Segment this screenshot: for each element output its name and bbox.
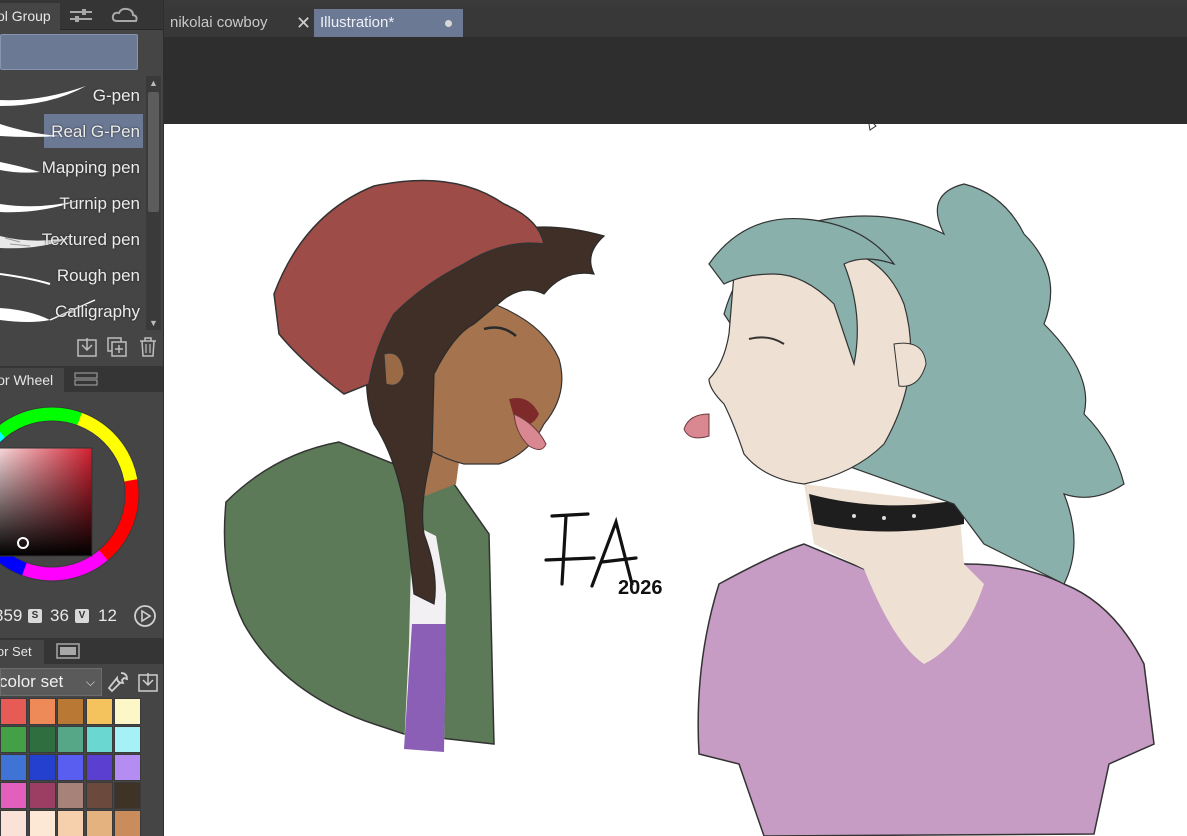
color-swatch[interactable] bbox=[28, 754, 56, 781]
real-g-pen-stroke bbox=[0, 114, 60, 148]
tab-color-set-label: lor Set bbox=[0, 644, 32, 659]
scroll-down-icon[interactable]: ▼ bbox=[146, 316, 161, 330]
close-icon[interactable]: ✕ bbox=[296, 9, 311, 37]
brush-item-textured-pen[interactable]: Textured pen bbox=[0, 222, 143, 256]
color-swatch[interactable] bbox=[0, 698, 27, 725]
brush-toolbar bbox=[0, 334, 163, 362]
scroll-thumb[interactable] bbox=[148, 92, 159, 212]
color-swatch[interactable] bbox=[28, 782, 56, 809]
color-swatch[interactable] bbox=[0, 754, 27, 781]
brush-label: Textured pen bbox=[41, 230, 140, 249]
color-swatch[interactable] bbox=[0, 782, 27, 809]
artwork: 2026 bbox=[223, 124, 1155, 836]
import-color-set-icon[interactable] bbox=[136, 670, 160, 694]
color-set-dropdown-value: color set bbox=[0, 672, 64, 691]
color-swatch[interactable] bbox=[57, 726, 85, 753]
clip-studio-window: ol Group G-pen Real G-Pen Mapping pen Tu… bbox=[0, 0, 1187, 836]
color-swatch[interactable] bbox=[85, 754, 113, 781]
color-swatch[interactable] bbox=[114, 698, 142, 725]
tab-color-wheel[interactable]: lor Wheel bbox=[0, 368, 64, 392]
color-swatch[interactable] bbox=[85, 726, 113, 753]
real-g-pen-stroke-icon bbox=[0, 124, 60, 137]
color-swatch[interactable] bbox=[85, 698, 113, 725]
tab-color-set[interactable]: lor Set bbox=[0, 640, 44, 664]
chevron-down-icon: ⌵ bbox=[85, 675, 95, 689]
unsaved-dot-icon bbox=[445, 20, 452, 27]
color-swatch[interactable] bbox=[57, 810, 85, 836]
wrench-icon[interactable] bbox=[106, 670, 130, 694]
doc-tab-label: nikolai cowboy bbox=[170, 14, 268, 31]
color-swatch[interactable] bbox=[85, 810, 113, 836]
color-swatch[interactable] bbox=[57, 754, 85, 781]
brush-list-scrollbar[interactable]: ▲ ▼ bbox=[146, 76, 161, 330]
color-swatch[interactable] bbox=[57, 698, 85, 725]
g-pen-stroke-icon bbox=[0, 86, 86, 106]
brush-list: G-pen Real G-Pen Mapping pen Turnip pen … bbox=[0, 78, 143, 328]
brush-item-calligraphy[interactable]: Calligraphy bbox=[0, 294, 143, 328]
brush-label: Mapping pen bbox=[41, 158, 140, 177]
color-wheel-tabbar: lor Wheel bbox=[0, 366, 163, 392]
duplicate-brush-icon[interactable] bbox=[106, 336, 128, 358]
color-set-tabbar: lor Set bbox=[0, 638, 163, 664]
sub-tool-group-bar[interactable] bbox=[0, 34, 138, 70]
left-character bbox=[223, 179, 606, 752]
color-set-dropdown[interactable]: color set ⌵ bbox=[0, 668, 102, 696]
color-swatch[interactable] bbox=[57, 782, 85, 809]
drawing-canvas[interactable]: 2026 bbox=[164, 124, 1187, 836]
right-character bbox=[683, 183, 1155, 836]
signature-year: 2026 bbox=[618, 577, 663, 599]
brush-item-mapping-pen[interactable]: Mapping pen bbox=[0, 150, 143, 184]
color-wheel[interactable] bbox=[0, 392, 163, 602]
import-brush-icon[interactable] bbox=[76, 336, 98, 358]
film-strip-icon[interactable] bbox=[56, 643, 80, 659]
color-swatch[interactable] bbox=[114, 754, 142, 781]
color-swatch[interactable] bbox=[114, 726, 142, 753]
saturation-value: 36 bbox=[50, 606, 69, 625]
scroll-up-icon[interactable]: ▲ bbox=[146, 76, 161, 90]
tab-nikolai-cowboy[interactable]: nikolai cowboy ✕ bbox=[170, 9, 312, 37]
document-tab-bar: nikolai cowboy ✕ Illustration* bbox=[164, 7, 1187, 37]
menu-strip bbox=[164, 0, 1187, 7]
brush-label: G-pen bbox=[92, 86, 140, 105]
color-swatch[interactable] bbox=[28, 726, 56, 753]
color-slider-tab-icon[interactable] bbox=[74, 372, 98, 386]
brush-item-rough-pen[interactable]: Rough pen bbox=[0, 258, 143, 292]
brush-item-turnip-pen[interactable]: Turnip pen bbox=[0, 186, 143, 220]
saturation-value-square bbox=[0, 447, 93, 557]
signature bbox=[544, 512, 638, 588]
brush-label: Rough pen bbox=[56, 266, 140, 285]
tab-color-wheel-label: lor Wheel bbox=[0, 372, 54, 388]
tab-tool-group[interactable]: ol Group bbox=[0, 3, 60, 30]
delete-brush-icon[interactable] bbox=[137, 336, 159, 358]
color-swatch[interactable] bbox=[28, 810, 56, 836]
color-swatch[interactable] bbox=[28, 698, 56, 725]
value-badge: V bbox=[75, 609, 89, 623]
doc-tab-label: Illustration* bbox=[320, 14, 395, 31]
brush-item-g-pen[interactable]: G-pen bbox=[0, 78, 143, 112]
tool-group-tabbar: ol Group bbox=[0, 0, 163, 30]
saturation-badge: S bbox=[28, 609, 42, 623]
color-swatch[interactable] bbox=[114, 810, 142, 836]
color-swatch[interactable] bbox=[114, 782, 142, 809]
tab-illustration[interactable]: Illustration* bbox=[314, 9, 463, 37]
tab-tool-group-label: ol Group bbox=[0, 8, 51, 24]
left-panel: ol Group G-pen Real G-Pen Mapping pen Tu… bbox=[0, 0, 164, 836]
color-swatch[interactable] bbox=[0, 726, 27, 753]
color-swatch[interactable] bbox=[85, 782, 113, 809]
value-value: 12 bbox=[98, 606, 117, 625]
play-icon[interactable] bbox=[133, 604, 157, 633]
hsv-readout: 359 S 36 V 12 bbox=[0, 604, 163, 628]
cloud-sync-icon[interactable] bbox=[110, 6, 140, 26]
sliders-icon[interactable] bbox=[66, 6, 96, 26]
hue-value: 359 bbox=[0, 606, 23, 625]
brush-label: Turnip pen bbox=[59, 194, 140, 213]
brush-label: Calligraphy bbox=[54, 302, 140, 321]
color-swatch[interactable] bbox=[0, 810, 27, 836]
